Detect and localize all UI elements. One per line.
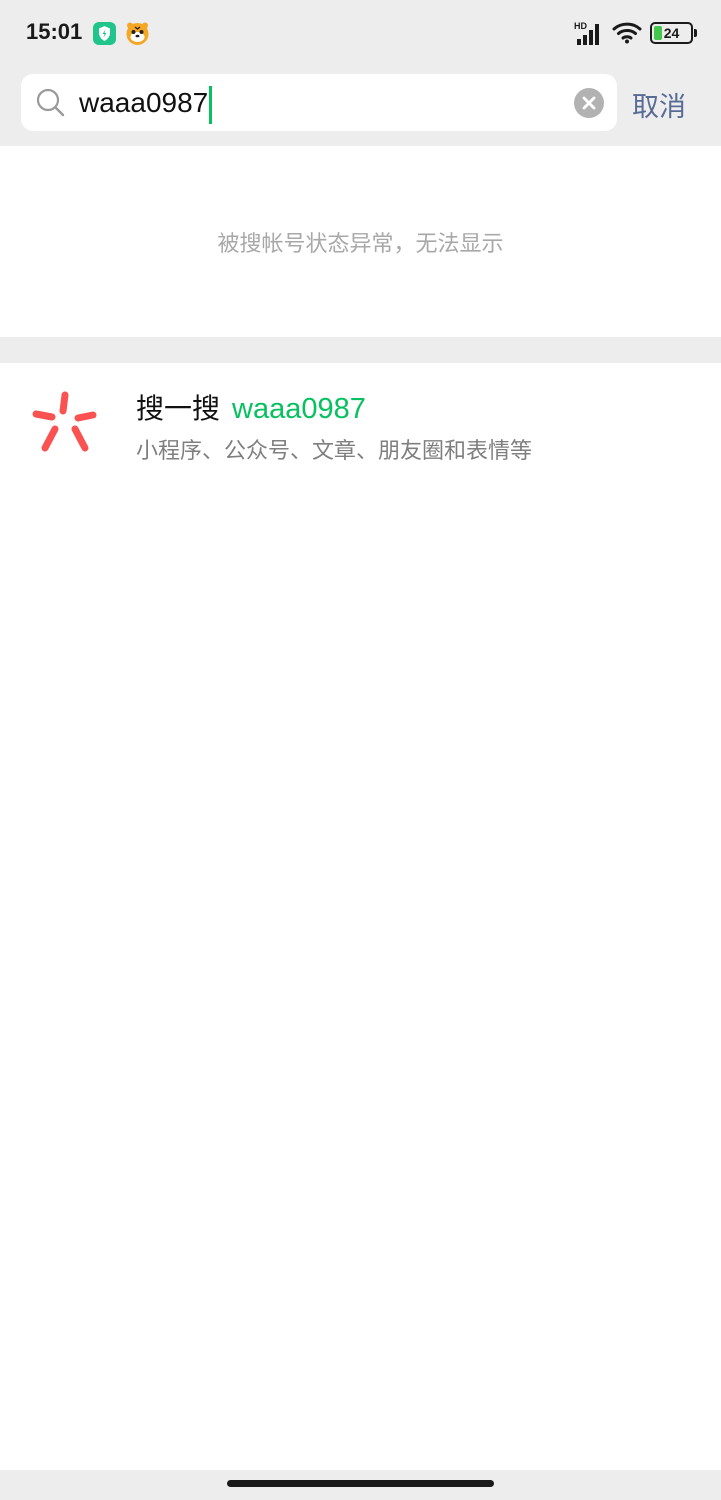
signal-icon: HD [574,20,604,46]
cancel-button[interactable]: 取消 [632,84,712,124]
status-time: 15:01 [26,19,83,44]
navigation-bar [0,1470,721,1500]
signal-hd-label: HD [574,21,587,31]
text-caret [209,86,212,124]
clear-input-button[interactable] [574,88,604,118]
sousou-subtitle: 小程序、公众号、文章、朋友圈和表情等 [136,439,533,464]
section-divider [0,337,721,363]
status-bar: 15:01 HD 24 [0,0,721,66]
search-box[interactable] [21,74,617,131]
battery-icon: 24 [650,22,698,44]
search-icon [35,87,67,119]
search-header: 取消 [0,66,721,146]
close-icon [582,96,596,110]
shield-app-icon [93,22,116,45]
search-one-search-row[interactable]: 搜一搜 waaa0987 小程序、公众号、文章、朋友圈和表情等 [0,363,721,481]
account-abnormal-notice: 被搜帐号状态异常，无法显示 [217,232,504,257]
sousou-keyword: waaa0987 [232,393,366,425]
account-notice-section: 被搜帐号状态异常，无法显示 [0,146,721,337]
sousou-title-label: 搜一搜 [136,392,221,425]
sousou-logo-icon [30,389,100,459]
sousou-title: 搜一搜 waaa0987 [136,387,366,427]
wechat-search-screen: 15:01 HD 24 waaa0987 取消 被搜帐号状态异常，无法显示 搜一… [0,0,721,1500]
battery-cap [694,29,697,37]
search-input[interactable] [79,80,559,125]
battery-level-text: 24 [663,25,680,41]
tiger-app-icon [125,21,150,46]
home-indicator[interactable] [227,1480,494,1487]
wifi-icon [612,22,642,44]
